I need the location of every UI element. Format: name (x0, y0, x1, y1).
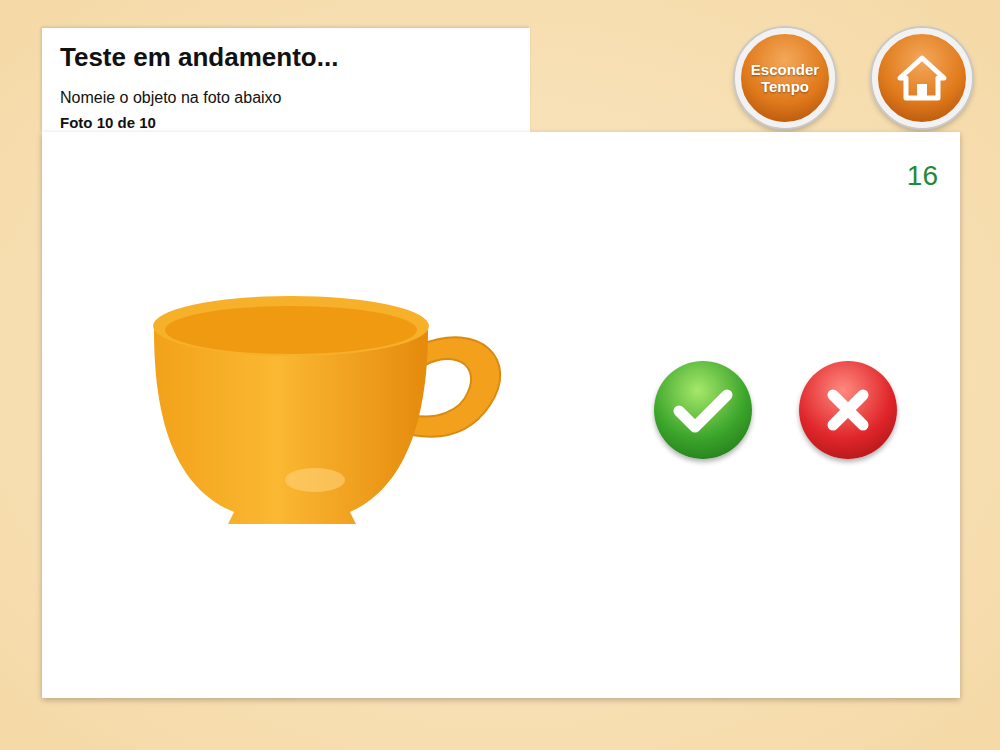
cup-icon (150, 290, 506, 530)
wrong-button[interactable] (799, 361, 897, 459)
quiz-screen: Teste em andamento... Nomeie o objeto na … (0, 0, 1000, 750)
check-icon (673, 385, 733, 435)
home-button[interactable] (872, 28, 972, 128)
content-row (42, 192, 960, 698)
timer: 16 (907, 160, 938, 192)
progress: Foto 10 de 10 (60, 114, 512, 132)
cross-icon (823, 385, 873, 435)
hide-time-button[interactable]: Esconder Tempo (735, 28, 835, 128)
correct-button[interactable] (654, 361, 752, 459)
home-icon (896, 54, 948, 102)
answer-buttons (654, 361, 897, 459)
timer-row: 16 (42, 132, 960, 192)
toolbar: Esconder Tempo (735, 28, 972, 128)
instruction: Nomeie o objeto na foto abaixo (60, 88, 512, 108)
question-panel: 16 (42, 132, 960, 698)
title: Teste em andamento... (60, 40, 512, 74)
top-row: Teste em andamento... Nomeie o objeto na … (42, 28, 972, 132)
header-card: Teste em andamento... Nomeie o objeto na … (42, 28, 530, 132)
